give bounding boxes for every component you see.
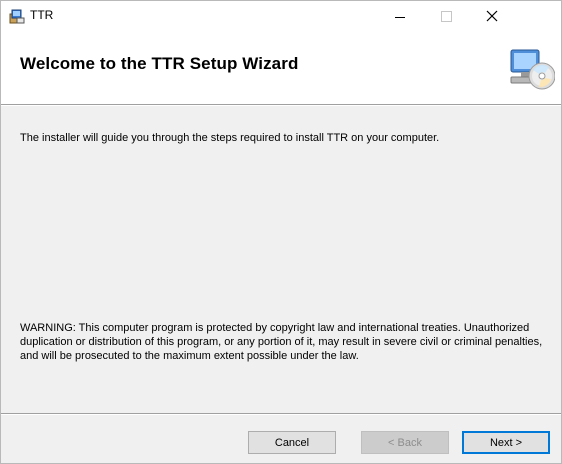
- minimize-icon: [395, 16, 405, 18]
- back-button[interactable]: < Back: [361, 431, 449, 454]
- close-icon: [486, 10, 498, 22]
- banner-divider-highlight: [1, 105, 561, 106]
- wizard-heading: Welcome to the TTR Setup Wizard: [20, 54, 299, 73]
- installer-app-icon: [9, 8, 25, 24]
- copyright-warning: WARNING: This computer program is protec…: [20, 322, 543, 362]
- footer-divider-highlight: [1, 414, 561, 415]
- computer-cd-icon: [509, 46, 556, 92]
- title-bar[interactable]: TTR: [1, 1, 561, 31]
- cancel-button[interactable]: Cancel: [248, 431, 336, 454]
- wizard-banner: Welcome to the TTR Setup Wizard: [1, 31, 561, 104]
- next-button[interactable]: Next >: [462, 431, 550, 454]
- setup-wizard-window: TTR Welcome to the TTR Setup Wizard The …: [0, 0, 562, 464]
- maximize-button[interactable]: [423, 1, 469, 31]
- window-title: TTR: [30, 8, 54, 22]
- maximize-icon: [440, 10, 452, 22]
- close-button[interactable]: [469, 1, 515, 31]
- intro-text: The installer will guide you through the…: [20, 132, 440, 144]
- minimize-button[interactable]: [377, 1, 423, 31]
